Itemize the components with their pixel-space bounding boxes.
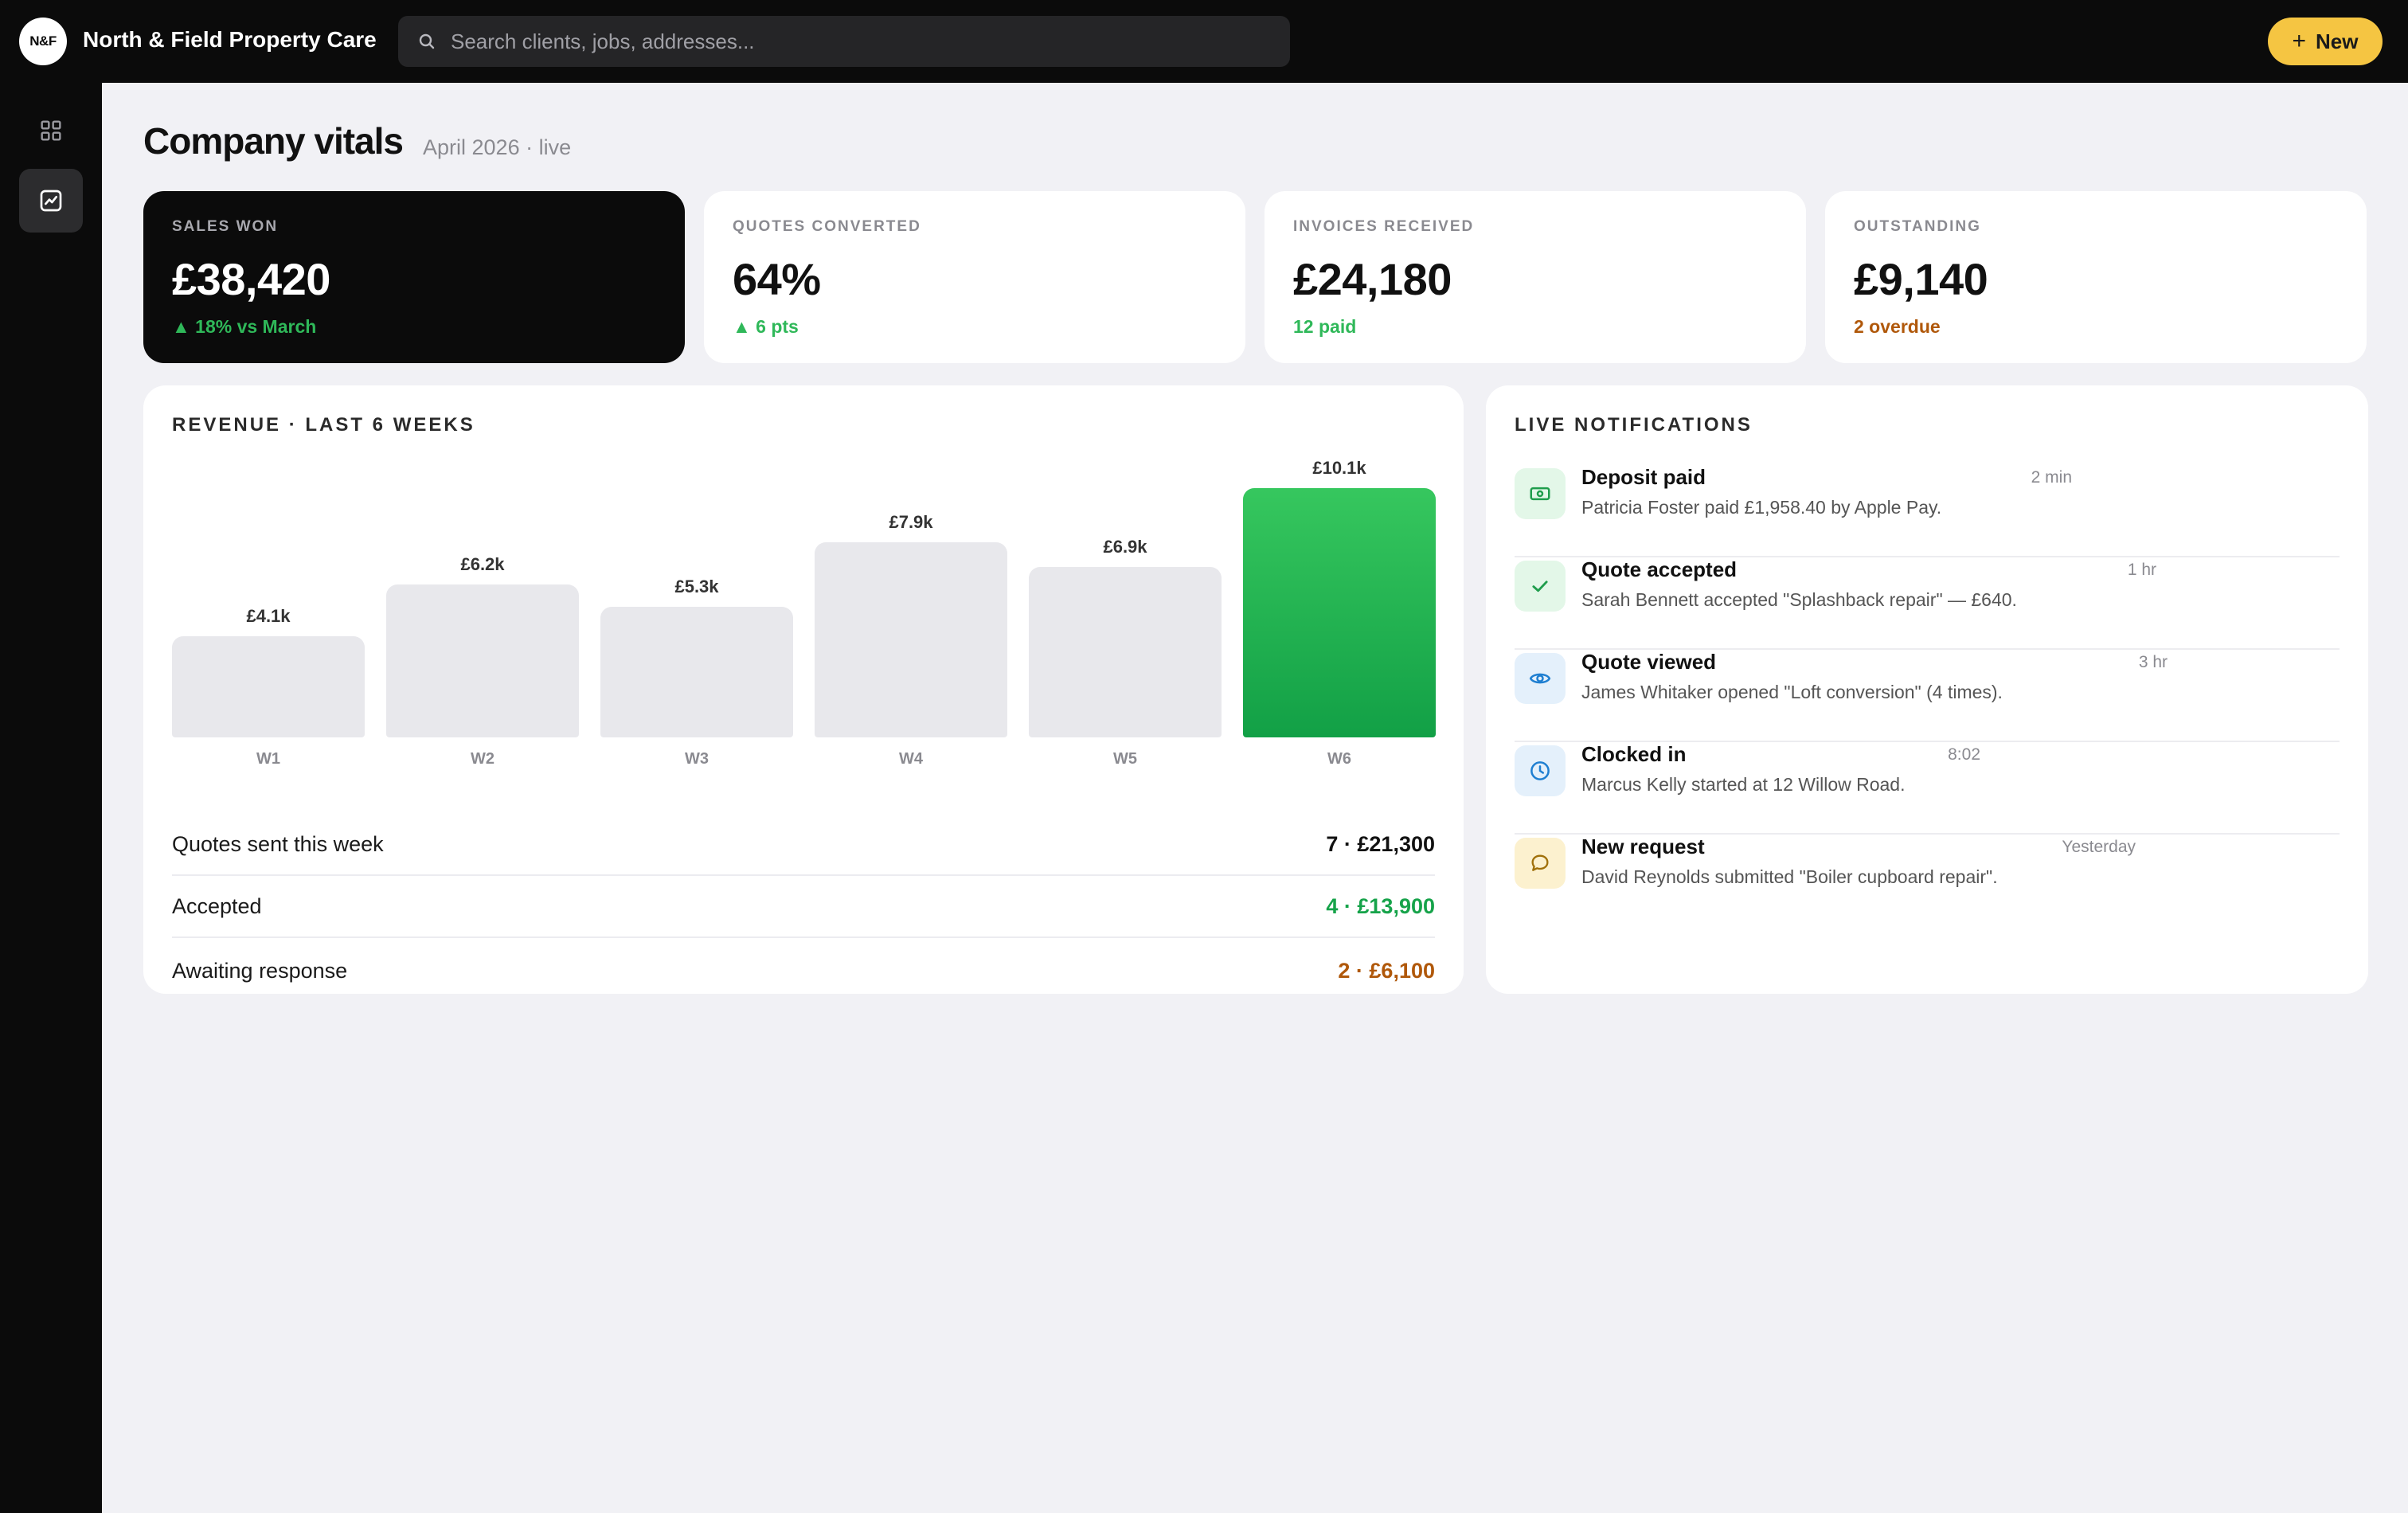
bar-category-label: W6 bbox=[1327, 750, 1351, 768]
company-name: North & Field Property Care bbox=[83, 27, 377, 52]
summary-row-quotes-sent[interactable]: Quotes sent this week 7 · £21,300 bbox=[172, 814, 1435, 876]
notification-time: 3 hr bbox=[2138, 653, 2168, 671]
notification-item[interactable]: Quote accepted 1 hr Sarah Bennett accept… bbox=[1515, 557, 2340, 650]
notification-title: Deposit paid bbox=[1581, 465, 1706, 489]
bar-value-label: £10.1k bbox=[1312, 457, 1366, 478]
notification-item[interactable]: Deposit paid 2 min Patricia Foster paid … bbox=[1515, 465, 2340, 557]
new-button-label: New bbox=[2316, 29, 2359, 53]
search-bar[interactable] bbox=[398, 16, 1290, 67]
revenue-bar-chart: £4.1k W1 £6.2k W2 £5.3k W3 £7.9k W4 £6.9k W5 £10.1… bbox=[143, 385, 1464, 784]
grid-icon bbox=[41, 120, 61, 141]
kpi-delta: 12 paid bbox=[1293, 316, 1357, 337]
notification-time: Yesterday bbox=[2062, 838, 2136, 856]
bar-value-label: £4.1k bbox=[246, 605, 291, 626]
notification-description: Sarah Bennett accepted "Splashback repai… bbox=[1581, 589, 2017, 610]
kpi-value: £9,140 bbox=[1854, 254, 1988, 304]
notification-time: 8:02 bbox=[1948, 745, 1980, 764]
top-bar: N&F North & Field Property Care + New bbox=[0, 0, 2408, 83]
revenue-bar-w4[interactable] bbox=[815, 542, 1007, 737]
page-subtitle: April 2026 · live bbox=[423, 135, 572, 159]
revenue-card: REVENUE · LAST 6 WEEKS £4.1k W1 £6.2k W2 £5.… bbox=[143, 385, 1464, 994]
notification-title: Quote accepted bbox=[1581, 557, 1738, 581]
notification-time: 1 hr bbox=[2127, 561, 2156, 579]
summary-label: Accepted bbox=[172, 893, 262, 918]
notification-item[interactable]: Clocked in 8:02 Marcus Kelly started at … bbox=[1515, 742, 2340, 835]
revenue-bar-w1[interactable] bbox=[172, 635, 365, 737]
kpi-value: £38,420 bbox=[172, 254, 330, 304]
search-input[interactable] bbox=[451, 16, 1279, 67]
kpi-label: QUOTES CONVERTED bbox=[733, 218, 921, 235]
summary-label: Quotes sent this week bbox=[172, 831, 384, 856]
notifications-card: LIVE NOTIFICATIONS Deposit paid 2 min Pa… bbox=[1486, 385, 2368, 994]
summary-row-awaiting-response[interactable]: Awaiting response 2 · £6,100 bbox=[172, 940, 1435, 1002]
kpi-card-quotes-converted[interactable]: QUOTES CONVERTED 64% ▲ 6 pts bbox=[704, 191, 1245, 363]
company-logo[interactable]: N&F bbox=[19, 18, 67, 65]
revenue-bar-w6[interactable] bbox=[1243, 487, 1436, 737]
search-icon bbox=[419, 33, 435, 49]
kpi-card-invoices-received[interactable]: INVOICES RECEIVED £24,180 12 paid bbox=[1265, 191, 1806, 363]
kpi-value: £24,180 bbox=[1293, 254, 1452, 304]
summary-label: Awaiting response bbox=[172, 958, 348, 983]
chart-line-icon bbox=[40, 190, 62, 212]
kpi-label: INVOICES RECEIVED bbox=[1293, 218, 1475, 235]
new-button[interactable]: + New bbox=[2268, 18, 2383, 65]
kpi-delta: 2 overdue bbox=[1854, 316, 1941, 337]
page-title: Company vitals bbox=[143, 120, 404, 162]
revenue-bar-w5[interactable] bbox=[1029, 567, 1222, 737]
notification-title: New request bbox=[1581, 835, 1705, 858]
eye-icon bbox=[1515, 653, 1566, 704]
bar-category-label: W3 bbox=[685, 750, 709, 768]
summary-value: 4 · £13,900 bbox=[1326, 893, 1435, 918]
kpi-card-outstanding[interactable]: OUTSTANDING £9,140 2 overdue bbox=[1825, 191, 2367, 363]
bar-category-label: W2 bbox=[471, 750, 494, 768]
notification-description: Marcus Kelly started at 12 Willow Road. bbox=[1581, 774, 1906, 795]
revenue-bar-w2[interactable] bbox=[386, 584, 579, 737]
notification-description: Patricia Foster paid £1,958.40 by Apple … bbox=[1581, 497, 1942, 518]
bar-value-label: £5.3k bbox=[674, 576, 719, 596]
summary-value: 2 · £6,100 bbox=[1338, 958, 1435, 983]
kpi-card-sales-won[interactable]: SALES WON £38,420 ▲ 18% vs March bbox=[143, 191, 685, 363]
clock-icon bbox=[1515, 745, 1566, 796]
sidebar-item-dashboard[interactable] bbox=[19, 99, 83, 162]
kpi-label: SALES WON bbox=[172, 218, 279, 235]
plus-icon: + bbox=[2292, 28, 2307, 54]
notification-title: Quote viewed bbox=[1581, 650, 1717, 674]
kpi-delta: ▲ 6 pts bbox=[733, 316, 799, 337]
kpi-delta: ▲ 18% vs March bbox=[172, 316, 317, 337]
notification-title: Clocked in bbox=[1581, 742, 1687, 766]
bar-value-label: £6.9k bbox=[1103, 537, 1147, 557]
bar-category-label: W1 bbox=[256, 750, 280, 768]
chat-bubble-icon bbox=[1515, 838, 1566, 889]
cash-icon bbox=[1515, 468, 1566, 519]
kpi-value: 64% bbox=[733, 254, 821, 304]
notification-item[interactable]: Quote viewed 3 hr James Whitaker opened … bbox=[1515, 650, 2340, 742]
bar-value-label: £7.9k bbox=[889, 512, 933, 533]
bar-value-label: £6.2k bbox=[460, 553, 505, 574]
bar-category-label: W5 bbox=[1113, 750, 1137, 768]
notification-item[interactable]: New request Yesterday David Reynolds sub… bbox=[1515, 835, 2340, 927]
notifications-card-title: LIVE NOTIFICATIONS bbox=[1515, 414, 1753, 436]
revenue-bar-w3[interactable] bbox=[600, 606, 793, 737]
summary-value: 7 · £21,300 bbox=[1326, 831, 1435, 856]
summary-row-accepted[interactable]: Accepted 4 · £13,900 bbox=[172, 876, 1435, 938]
sidebar-item-analytics[interactable] bbox=[19, 169, 83, 233]
kpi-label: OUTSTANDING bbox=[1854, 218, 1981, 235]
notification-description: David Reynolds submitted "Boiler cupboar… bbox=[1581, 866, 1998, 887]
notification-description: James Whitaker opened "Loft conversion" … bbox=[1581, 682, 2003, 702]
bar-category-label: W4 bbox=[899, 750, 923, 768]
notification-time: 2 min bbox=[2031, 468, 2072, 487]
sidebar bbox=[0, 83, 102, 1513]
check-icon bbox=[1515, 561, 1566, 612]
